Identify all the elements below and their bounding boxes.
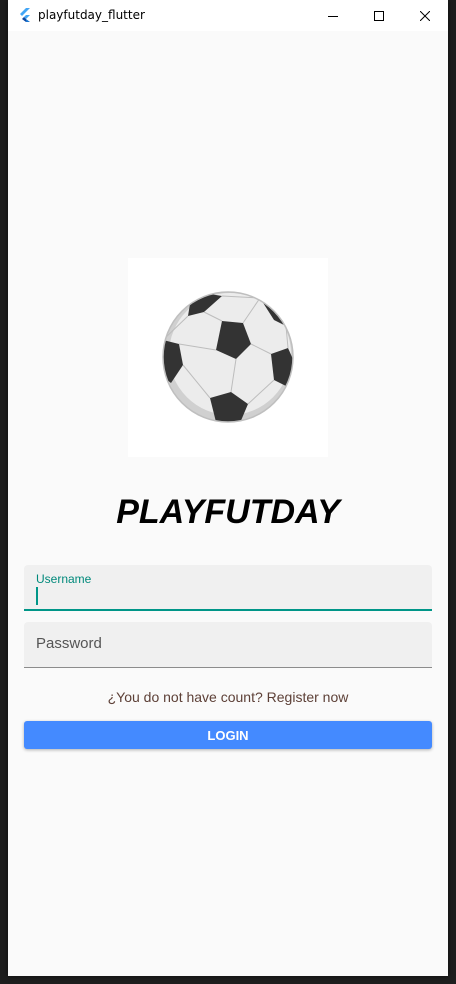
username-label: Username xyxy=(36,572,92,586)
password-placeholder: Password xyxy=(36,635,102,652)
maximize-icon xyxy=(374,10,384,21)
close-button[interactable] xyxy=(402,0,448,31)
login-button-label: LOGIN xyxy=(207,727,249,743)
window-title: playfutday_flutter xyxy=(38,8,145,22)
username-field[interactable]: Username xyxy=(24,565,432,611)
app-window: playfutday_flutter PLAYFUTDAY Username P… xyxy=(8,0,448,976)
minimize-icon xyxy=(328,15,338,17)
maximize-button[interactable] xyxy=(356,0,402,31)
register-link[interactable]: ¿You do not have count? Register now xyxy=(8,689,448,705)
title-bar: playfutday_flutter xyxy=(8,0,448,31)
close-icon xyxy=(420,10,430,21)
password-field[interactable]: Password xyxy=(24,622,432,668)
flutter-icon xyxy=(17,7,33,23)
logo-image xyxy=(128,258,328,457)
soccer-ball-icon xyxy=(162,291,294,423)
minimize-button[interactable] xyxy=(310,0,356,31)
username-input[interactable] xyxy=(36,585,416,605)
app-title: PLAYFUTDAY xyxy=(116,493,340,531)
login-button[interactable]: LOGIN xyxy=(24,721,432,749)
